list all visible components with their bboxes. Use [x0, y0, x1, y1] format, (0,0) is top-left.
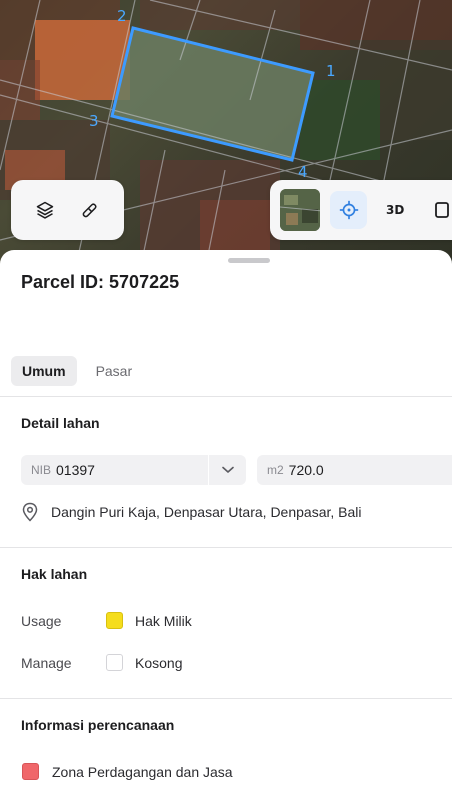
map-tools-right: 3D [270, 180, 452, 240]
section-divider [0, 396, 452, 397]
corner-label-4: 4 [298, 163, 308, 181]
layers-button[interactable] [26, 191, 64, 229]
planning-heading: Informasi perencanaan [21, 717, 175, 733]
manage-color-swatch [106, 654, 123, 671]
usage-value: Hak Milik [135, 613, 192, 629]
area-prefix: m2 [267, 463, 284, 477]
parcel-detail-sheet: Parcel ID: 5707225 Umum Pasar Detail lah… [0, 250, 452, 804]
mode-3d-button[interactable]: 3D [377, 191, 414, 229]
usage-label: Usage [21, 613, 62, 629]
map-tools-left [11, 180, 124, 240]
zone-label: Zona Perdagangan dan Jasa [52, 764, 233, 780]
draw-button[interactable] [71, 191, 109, 229]
manage-value: Kosong [135, 655, 183, 671]
section-divider [0, 698, 452, 699]
zone-color-swatch [22, 763, 39, 780]
satellite-thumbnail-icon [280, 189, 321, 231]
chevron-down-icon [221, 466, 234, 473]
tab-umum[interactable]: Umum [11, 356, 77, 386]
location-pin-icon [22, 502, 38, 522]
tab-pasar[interactable]: Pasar [85, 356, 144, 386]
nib-select[interactable]: NIB 01397 [21, 455, 246, 485]
rights-heading: Hak lahan [21, 566, 88, 582]
draw-icon [82, 203, 97, 218]
nib-prefix: NIB [31, 463, 52, 477]
crosshair-icon [339, 200, 358, 220]
map-view[interactable]: 1 2 3 4 3D [0, 0, 452, 270]
nib-dropdown-toggle[interactable] [208, 455, 246, 485]
detail-tabs: Umum Pasar [11, 356, 143, 386]
layers-icon [37, 201, 54, 219]
basemap-thumbnail-button[interactable] [280, 189, 321, 231]
sheet-drag-handle[interactable] [228, 258, 270, 263]
address-row: Dangin Puri Kaja, Denpasar Utara, Denpas… [21, 502, 362, 522]
corner-label-1: 1 [326, 62, 336, 80]
more-tool-button[interactable] [423, 191, 452, 229]
area-field[interactable]: m2 720.0 [257, 455, 452, 485]
nib-value: 01397 [56, 462, 95, 478]
area-value: 720.0 [288, 462, 324, 478]
usage-color-swatch [106, 612, 123, 629]
mode-3d-label: 3D [386, 203, 405, 217]
section-divider [0, 547, 452, 548]
corner-label-2: 2 [117, 7, 127, 25]
frame-icon [434, 202, 449, 218]
locate-button[interactable] [330, 191, 367, 229]
parcel-title: Parcel ID: 5707225 [21, 272, 180, 292]
manage-label: Manage [21, 655, 72, 671]
detail-heading: Detail lahan [21, 415, 100, 431]
corner-label-3: 3 [89, 112, 99, 130]
address-text: Dangin Puri Kaja, Denpasar Utara, Denpas… [51, 504, 362, 520]
